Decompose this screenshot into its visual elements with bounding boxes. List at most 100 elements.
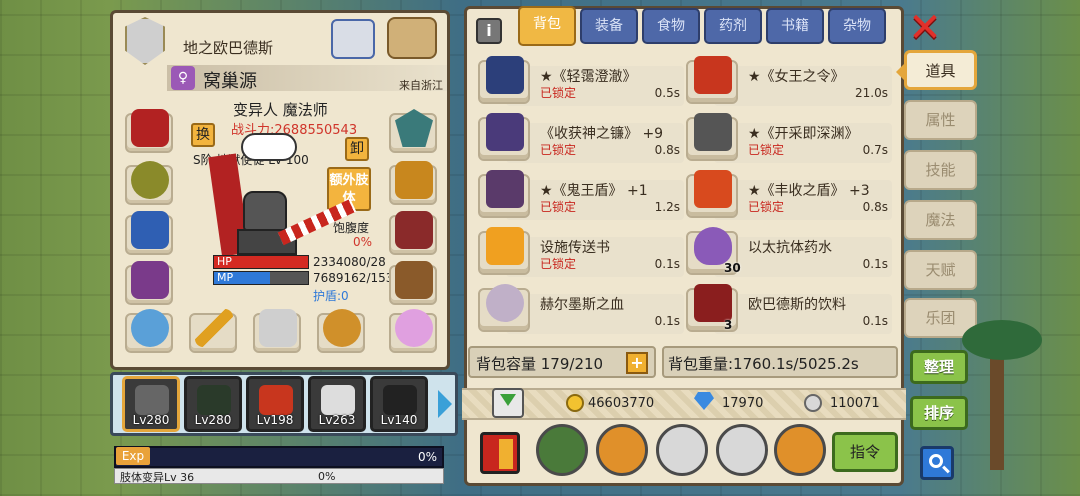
robe-armor-icon bbox=[131, 211, 169, 249]
demon-shield-icon bbox=[486, 170, 524, 208]
team-next-arrow-icon[interactable] bbox=[438, 390, 452, 418]
side-tab-talent[interactable]: 天赋 bbox=[904, 250, 977, 290]
scythe-icon bbox=[486, 113, 524, 151]
hp-label: HP bbox=[217, 255, 232, 268]
gloves-icon bbox=[131, 261, 169, 299]
team-member-2[interactable]: Lv280 bbox=[184, 376, 242, 432]
axe-skill-icon[interactable] bbox=[536, 424, 588, 476]
equip-slot-weapon[interactable] bbox=[189, 309, 237, 353]
shield-value: 护盾:0 bbox=[313, 289, 349, 303]
list-item[interactable]: 《收获神之镰》 +9 已锁定 0.8s bbox=[478, 113, 684, 163]
exp-label: Exp bbox=[116, 447, 150, 465]
side-tab-attributes[interactable]: 属性 bbox=[904, 100, 977, 140]
close-icon[interactable]: ✕ bbox=[906, 8, 944, 48]
horse-skill-icon[interactable] bbox=[596, 424, 648, 476]
silver-amount: 110071 bbox=[830, 396, 880, 411]
thought-bubble-icon bbox=[241, 133, 297, 161]
search-icon[interactable] bbox=[920, 446, 954, 480]
harvest-shield-icon bbox=[694, 170, 732, 208]
sort-button[interactable]: 排序 bbox=[910, 396, 968, 430]
side-tab-magic[interactable]: 魔法 bbox=[904, 200, 977, 240]
equip-slot-gloves[interactable] bbox=[125, 261, 173, 305]
equip-slot-mask[interactable] bbox=[389, 161, 437, 205]
weight-label: 背包重量:1760.1s/5025.2s bbox=[668, 355, 859, 373]
swap-button[interactable]: 换 bbox=[191, 123, 215, 147]
tab-food[interactable]: 食物 bbox=[642, 8, 700, 44]
list-item[interactable]: 设施传送书 已锁定 0.1s bbox=[478, 227, 684, 277]
boots-icon bbox=[395, 261, 433, 299]
gold-coin-icon bbox=[566, 394, 584, 412]
equip-slot-armor[interactable] bbox=[125, 211, 173, 255]
hanger-icon[interactable] bbox=[387, 17, 437, 59]
list-item[interactable]: 30 以太抗体药水 0.1s bbox=[686, 227, 892, 277]
orb-ring-icon bbox=[131, 309, 169, 347]
capacity-label: 背包容量 179/210 bbox=[476, 355, 604, 373]
info-icon[interactable]: i bbox=[476, 18, 502, 44]
side-tab-items[interactable]: 道具 bbox=[904, 50, 977, 90]
tab-misc[interactable]: 杂物 bbox=[828, 8, 886, 44]
equip-slot-necklace[interactable] bbox=[125, 161, 173, 205]
satiety-value: 0% bbox=[353, 235, 373, 249]
shuriken-icon[interactable] bbox=[774, 424, 826, 476]
silver-coin-icon bbox=[804, 394, 822, 412]
team-member-5[interactable]: Lv140 bbox=[370, 376, 428, 432]
necklace-icon bbox=[131, 161, 169, 199]
diamond-amount: 17970 bbox=[722, 396, 764, 411]
equip-slot-helmet[interactable] bbox=[125, 109, 173, 153]
axe-icon bbox=[259, 309, 297, 347]
pirate-portrait-icon bbox=[383, 385, 417, 415]
palm-leaves-decoration bbox=[962, 320, 1042, 360]
download-icon[interactable] bbox=[492, 388, 524, 418]
horned-spirit-icon bbox=[197, 385, 231, 415]
class-label: 变异人 魔法师 bbox=[233, 101, 328, 119]
equip-slot-offhand[interactable] bbox=[253, 309, 301, 353]
hourglass-icon[interactable] bbox=[656, 424, 708, 476]
team-member-1[interactable]: Lv280 bbox=[122, 376, 180, 432]
tab-equipment[interactable]: 装备 bbox=[580, 8, 638, 44]
active-tab-pointer-icon bbox=[896, 64, 904, 80]
list-item[interactable]: ★《轻霭澄澈》 已锁定 0.5s bbox=[478, 56, 684, 106]
expand-capacity-button[interactable]: + bbox=[626, 352, 648, 374]
exp-bar bbox=[114, 446, 444, 468]
list-item[interactable]: 赫尔墨斯之血 0.1s bbox=[478, 284, 684, 334]
list-item[interactable]: 3 欧巴德斯的饮料 0.1s bbox=[686, 284, 892, 334]
list-item[interactable]: ★《鬼王盾》 +1 已锁定 1.2s bbox=[478, 170, 684, 220]
drink-bottle-icon bbox=[694, 284, 732, 322]
team-member-4[interactable]: Lv263 bbox=[308, 376, 366, 432]
beacon-icon[interactable] bbox=[331, 19, 375, 59]
equip-slot-boots[interactable] bbox=[389, 261, 437, 305]
keyhole-shield-icon bbox=[486, 56, 524, 94]
side-tab-skills[interactable]: 技能 bbox=[904, 150, 977, 190]
command-button[interactable]: 指令 bbox=[832, 432, 898, 472]
equip-slot-belt[interactable] bbox=[389, 211, 437, 255]
team-member-3[interactable]: Lv198 bbox=[246, 376, 304, 432]
list-item[interactable]: ★《开采即深渊》 已锁定 0.7s bbox=[686, 113, 892, 163]
equip-slot-ring[interactable] bbox=[125, 309, 173, 353]
guild-name: 地之欧巴德斯 bbox=[183, 39, 274, 57]
organize-button[interactable]: 整理 bbox=[910, 350, 968, 384]
tab-books[interactable]: 书籍 bbox=[766, 8, 824, 44]
unequip-button[interactable]: 卸 bbox=[345, 137, 369, 161]
crystal-crest-icon bbox=[395, 109, 433, 147]
equip-slot-bow[interactable] bbox=[317, 309, 365, 353]
equip-slot-crest[interactable] bbox=[389, 109, 437, 153]
player-name: 窝巢源 bbox=[203, 71, 257, 92]
magnifier-icon[interactable] bbox=[716, 424, 768, 476]
tab-backpack[interactable]: 背包 bbox=[518, 6, 576, 46]
tab-potion[interactable]: 药剂 bbox=[704, 8, 762, 44]
mp-label: MP bbox=[217, 271, 234, 284]
blood-vial-icon bbox=[486, 284, 524, 322]
equip-slot-pet[interactable] bbox=[389, 309, 437, 353]
ranking-icon[interactable] bbox=[480, 432, 520, 474]
list-item[interactable]: ★《女王之令》 21.0s bbox=[686, 56, 892, 106]
teleport-book-icon bbox=[486, 227, 524, 265]
mask-icon bbox=[395, 161, 433, 199]
list-item[interactable]: ★《丰收之盾》 +3 已锁定 0.8s bbox=[686, 170, 892, 220]
guild-emblem-icon bbox=[125, 17, 165, 65]
red-hair-portrait-icon bbox=[259, 385, 293, 415]
queen-scepter-icon bbox=[694, 56, 732, 94]
region-label: 来自浙江 bbox=[399, 79, 443, 92]
knight-portrait-icon bbox=[135, 385, 169, 415]
gender-female-icon: ♀ bbox=[171, 66, 195, 90]
satiety-label: 饱腹度 bbox=[333, 221, 370, 235]
